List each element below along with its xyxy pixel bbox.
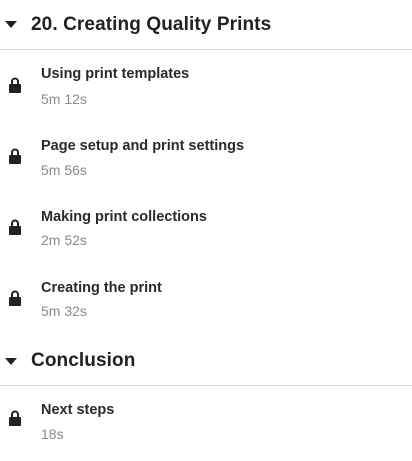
- caret-down-icon: [5, 358, 17, 365]
- lock-icon: [9, 290, 21, 306]
- section-header-creating-quality-prints[interactable]: 20. Creating Quality Prints: [0, 0, 412, 50]
- section-header-conclusion[interactable]: Conclusion: [0, 336, 412, 386]
- lesson-item-page-setup-and-print-settings[interactable]: Page setup and print settings 5m 56s: [0, 131, 412, 195]
- lesson-title: Using print templates: [41, 66, 190, 82]
- lock-icon: [9, 77, 21, 93]
- lesson-duration: 5m 32s: [41, 303, 87, 319]
- lock-icon: [9, 148, 21, 164]
- lesson-duration: 5m 56s: [41, 162, 87, 178]
- lock-icon: [9, 219, 21, 235]
- lesson-duration: 18s: [41, 426, 64, 442]
- lesson-title: Making print collections: [41, 209, 207, 225]
- section-title: 20. Creating Quality Prints: [31, 14, 272, 35]
- lesson-title: Page setup and print settings: [41, 138, 245, 154]
- lesson-duration: 2m 52s: [41, 232, 87, 248]
- lock-icon: [9, 410, 21, 426]
- lesson-item-making-print-collections[interactable]: Making print collections 2m 52s: [0, 202, 412, 266]
- caret-down-icon: [5, 21, 17, 28]
- lesson-title: Creating the print: [41, 280, 162, 296]
- section-title: Conclusion: [31, 350, 136, 371]
- lesson-title: Next steps: [41, 402, 115, 418]
- lesson-item-creating-the-print[interactable]: Creating the print 5m 32s: [0, 273, 412, 337]
- lesson-item-using-print-templates[interactable]: Using print templates 5m 12s: [0, 60, 412, 124]
- lesson-item-next-steps[interactable]: Next steps 18s: [0, 395, 412, 459]
- lesson-duration: 5m 12s: [41, 91, 87, 107]
